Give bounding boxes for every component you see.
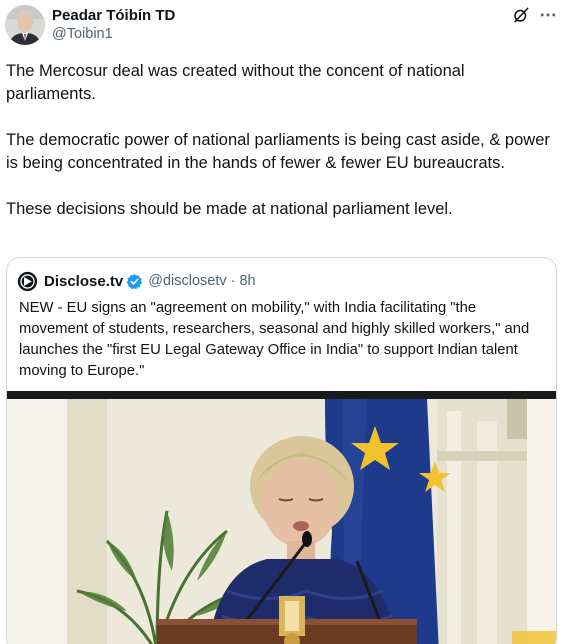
video-thumbnail[interactable] xyxy=(7,391,556,644)
quoted-author-handle[interactable]: @disclosetv xyxy=(148,273,226,289)
author-avatar[interactable] xyxy=(5,5,45,45)
post-text: The Mercosur deal was created without th… xyxy=(6,60,551,221)
post-paragraph: These decisions should be made at nation… xyxy=(6,200,453,218)
more-horizontal-icon[interactable] xyxy=(538,5,558,25)
author-name[interactable]: Peadar Tóibín TD xyxy=(52,7,175,24)
post-paragraph: The Mercosur deal was created without th… xyxy=(6,62,465,103)
post-header: Peadar Tóibín TD @Toibin1 xyxy=(0,0,564,52)
separator-dot: · xyxy=(230,273,236,289)
verified-badge-icon xyxy=(126,273,143,289)
quoted-post-card[interactable]: Disclose.tv @disclosetv · 8h NEW - EU si… xyxy=(6,257,557,644)
avatar-portrait-icon xyxy=(5,5,45,45)
quoted-author-name[interactable]: Disclose.tv xyxy=(44,273,123,290)
quoted-post-time[interactable]: 8h xyxy=(239,273,255,289)
grok-slash-icon[interactable] xyxy=(512,6,530,24)
quoted-post-header: Disclose.tv @disclosetv · 8h xyxy=(17,270,256,292)
video-frame-image xyxy=(7,391,556,644)
author-handle[interactable]: @Toibin1 xyxy=(52,26,113,42)
quoted-post-text: NEW - EU signs an "agreement on mobility… xyxy=(19,300,530,379)
post-paragraph: The democratic power of national parliam… xyxy=(6,131,550,172)
disclosetv-logo-icon[interactable] xyxy=(17,271,38,292)
